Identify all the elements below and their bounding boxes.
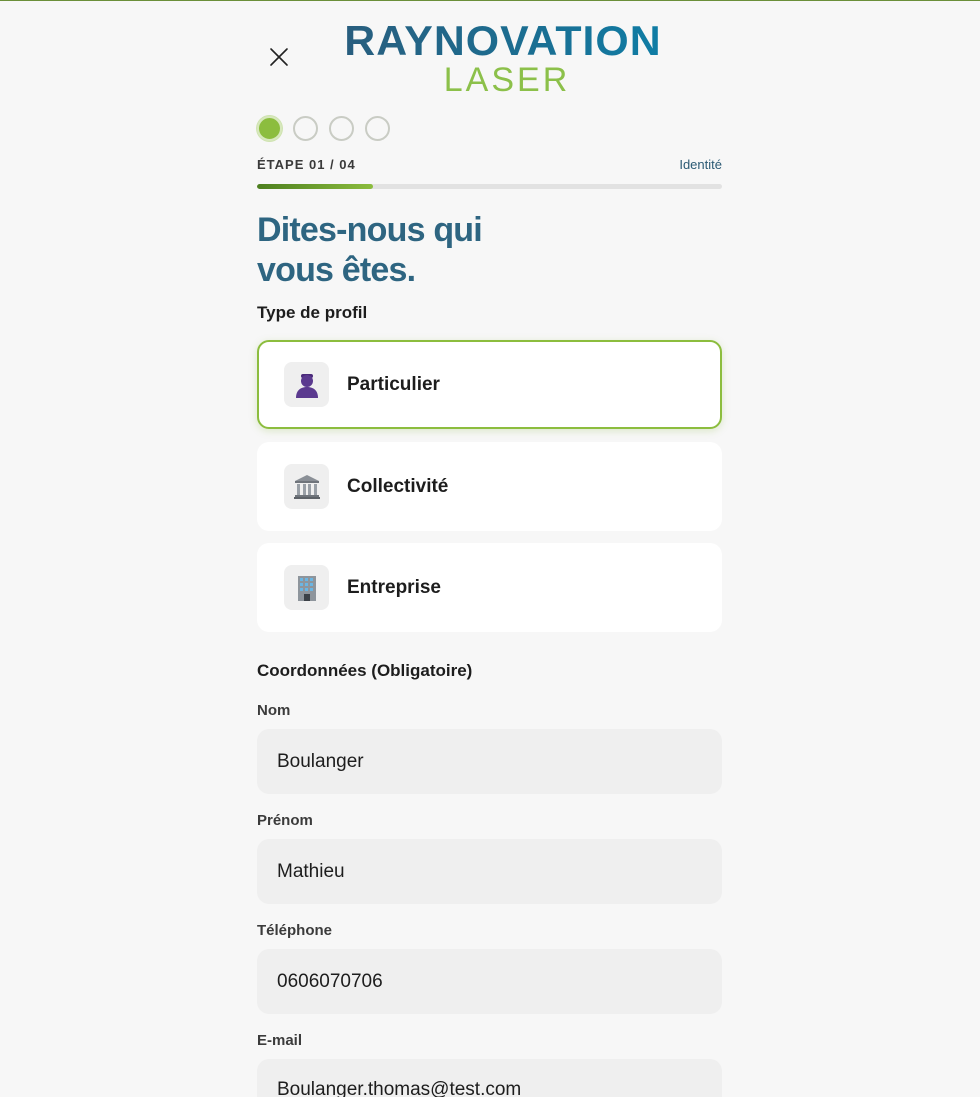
email-label: E-mail <box>257 1032 303 1049</box>
office-building-icon <box>284 565 329 610</box>
progress-fill <box>257 184 374 189</box>
title-line-1: Dites-nous qui <box>257 211 483 249</box>
logo-text-bottom: LASER <box>443 61 571 99</box>
close-icon <box>270 48 288 66</box>
nom-field[interactable] <box>257 729 722 794</box>
step-dot-3 <box>329 116 354 141</box>
profile-option-label: Entreprise <box>347 576 441 598</box>
logo-text-top: RAYNOVATION <box>323 20 682 62</box>
page-title: Dites-nous qui vous êtes. <box>257 210 557 290</box>
brand-logo: RAYNOVATION LASER <box>327 20 679 99</box>
close-button[interactable] <box>267 45 291 69</box>
step-counter: ÉTAPE 01 / 04 <box>257 157 356 172</box>
progress-bar <box>257 184 722 189</box>
email-field[interactable] <box>257 1059 722 1097</box>
step-name: Identité <box>679 157 722 172</box>
step-dot-2 <box>293 116 318 141</box>
profile-option-label: Particulier <box>347 373 440 395</box>
classical-building-icon <box>284 464 329 509</box>
prenom-label: Prénom <box>257 812 313 829</box>
person-icon <box>284 362 329 407</box>
profile-option-label: Collectivité <box>347 475 449 497</box>
profile-option-particulier[interactable]: Particulier <box>257 340 722 429</box>
title-line-2: vous êtes. <box>257 251 416 289</box>
contact-section-label: Coordonnées (Obligatoire) <box>257 661 473 680</box>
prenom-field[interactable] <box>257 839 722 904</box>
profile-section-label: Type de profil <box>257 303 368 322</box>
step-dot-1 <box>257 116 282 141</box>
profile-option-collectivite[interactable]: Collectivité <box>257 442 722 531</box>
telephone-field[interactable] <box>257 949 722 1014</box>
telephone-label: Téléphone <box>257 922 333 939</box>
step-indicator <box>257 116 390 141</box>
step-dot-4 <box>365 116 390 141</box>
nom-label: Nom <box>257 702 291 719</box>
profile-option-entreprise[interactable]: Entreprise <box>257 543 722 632</box>
top-border <box>0 0 980 1</box>
step-info: ÉTAPE 01 / 04 Identité <box>257 157 722 172</box>
